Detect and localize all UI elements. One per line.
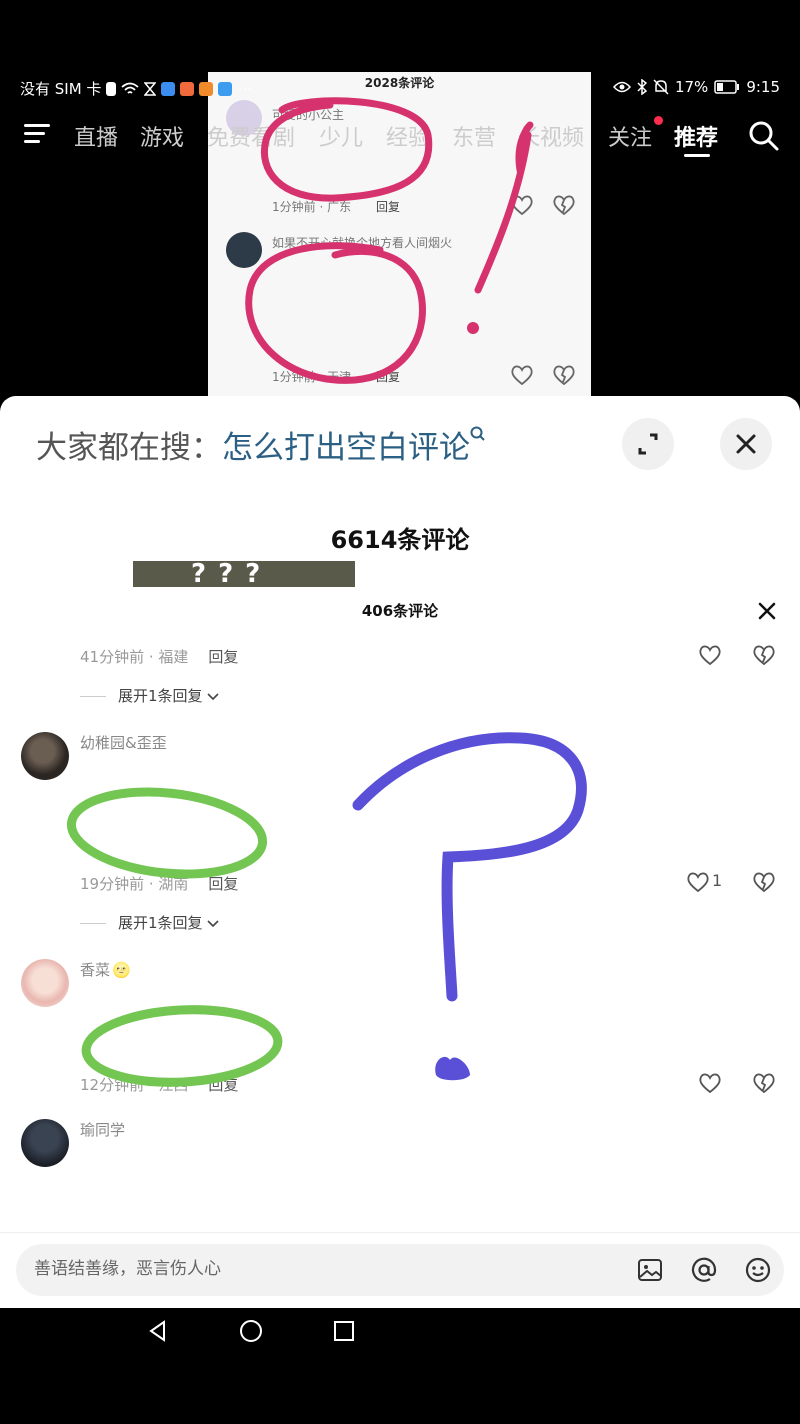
comment-username[interactable]: 香菜 🌝 [80, 959, 131, 980]
chevron-down-icon [207, 693, 219, 701]
comment-input-bar [16, 1244, 784, 1296]
active-tab-indicator [684, 154, 710, 157]
heart-broken-icon[interactable] [552, 194, 576, 216]
trending-search[interactable]: 大家都在搜：怎么打出空白评论 [36, 422, 486, 467]
sim-alert-icon [106, 81, 117, 96]
app-notify-icon [161, 81, 176, 96]
eye-comfort-icon [612, 81, 631, 93]
comment-time: 19分钟前 [80, 875, 145, 893]
video-reply-link[interactable]: 回复 [376, 198, 400, 215]
wifi-icon [121, 82, 140, 94]
search-icon[interactable] [748, 120, 780, 152]
username-emoji: 🌝 [112, 961, 131, 979]
recents-icon[interactable] [331, 1318, 357, 1344]
expand-replies-label: 展开1条回复 [118, 914, 203, 932]
hourglass-icon [144, 81, 157, 96]
home-icon[interactable] [238, 1318, 264, 1344]
tab-long-video[interactable]: 长视频 [518, 120, 584, 152]
comment-meta: 19分钟前 · 湖南 回复 [80, 875, 239, 893]
comment-input[interactable] [32, 1258, 596, 1280]
app-notify-icon [199, 81, 214, 96]
inner-comment-panel: 406条评论 41分钟前 · 福建 回复 展开1条回复 幼稚园&歪歪 19分钟前 … [0, 588, 800, 1308]
avatar[interactable] [21, 959, 69, 1007]
at-icon[interactable] [690, 1256, 718, 1284]
reply-button[interactable]: 回复 [208, 648, 238, 666]
heart-broken-icon[interactable] [752, 644, 776, 666]
back-icon[interactable] [145, 1318, 171, 1344]
like-count: 1 [712, 871, 723, 890]
comment-region: 江西 [158, 1076, 189, 1094]
app-notify-icon [180, 81, 195, 96]
clock: 9:15 [746, 78, 780, 96]
comment-count-header: 6614条评论 [330, 526, 470, 554]
expand-replies-button[interactable]: 展开1条回复 [80, 912, 219, 933]
comment-meta: 41分钟前 · 福建 回复 [80, 648, 239, 666]
heart-icon[interactable] [698, 1072, 722, 1094]
expand-icon [638, 433, 658, 455]
trending-search-term[interactable]: 怎么打出空白评论 [222, 430, 470, 466]
comment-meta: 12分钟前 · 江西 回复 [80, 1076, 239, 1094]
mute-icon [653, 79, 669, 95]
inner-comment-count: 406条评论 [361, 602, 439, 620]
status-bar: 没有 SIM 卡 ··· 17% 9:15 [20, 76, 780, 102]
comment-region: 湖南 [158, 875, 189, 893]
close-sheet-button[interactable] [720, 418, 772, 470]
video-comment-meta: 1分钟前 · 天津 [272, 370, 352, 384]
battery-percent: 17% [674, 78, 709, 96]
tab-recommend[interactable]: 推荐 [674, 120, 718, 152]
tab-experience[interactable]: 经验 [386, 120, 430, 152]
tab-kids[interactable]: 少儿 [319, 120, 363, 152]
tab-live[interactable]: 直播 [74, 120, 118, 152]
close-icon[interactable] [756, 600, 778, 622]
heart-icon[interactable] [510, 194, 534, 216]
expand-replies-button[interactable]: 展开1条回复 [80, 685, 219, 706]
heart-broken-icon[interactable] [552, 364, 576, 386]
heart-broken-icon[interactable] [752, 1072, 776, 1094]
comment-username[interactable]: 瑜同学 [80, 1119, 125, 1140]
image-icon[interactable] [636, 1256, 664, 1284]
heart-icon[interactable] [698, 644, 722, 666]
reply-button[interactable]: 回复 [208, 875, 238, 893]
video-comment-text: 如果不开心就换个地方看人间烟火 [272, 236, 453, 250]
comment-time: 41分钟前 [80, 648, 145, 666]
menu-icon[interactable] [24, 124, 50, 144]
video-comment-meta: 1分钟前 · 广东 [272, 200, 352, 214]
overflow-indicator: ··· [237, 79, 252, 98]
bluetooth-icon [637, 79, 647, 95]
battery-icon [714, 80, 740, 94]
heart-broken-icon[interactable] [752, 871, 776, 893]
reply-button[interactable]: 回复 [208, 1076, 238, 1094]
tab-free-drama[interactable]: 免费看剧 [207, 120, 295, 152]
system-navigation-bar [0, 1308, 800, 1424]
heart-icon[interactable] [686, 871, 710, 893]
heart-icon[interactable] [510, 364, 534, 386]
comment-time: 12分钟前 [80, 1076, 145, 1094]
avatar[interactable] [21, 1119, 69, 1167]
chevron-down-icon [207, 920, 219, 928]
carrier-text: 没有 SIM 卡 [20, 80, 102, 98]
app-notify-icon [218, 81, 233, 96]
comment-region: 福建 [158, 648, 189, 666]
tab-local[interactable]: 东营 [452, 120, 496, 152]
inset-screenshot: ??? [133, 561, 355, 587]
close-icon [736, 434, 756, 454]
trending-search-prefix: 大家都在搜： [36, 430, 222, 466]
notification-dot [654, 116, 663, 125]
comment-username[interactable]: 幼稚园&歪歪 [80, 732, 167, 753]
fullscreen-button[interactable] [622, 418, 674, 470]
tab-following[interactable]: 关注 [608, 120, 652, 152]
avatar [226, 232, 262, 268]
divider [0, 1232, 800, 1233]
video-reply-link[interactable]: 回复 [376, 368, 400, 385]
search-icon [470, 426, 485, 441]
emoji-icon[interactable] [744, 1256, 772, 1284]
comment-sheet: 大家都在搜：怎么打出空白评论 6614条评论 ??? 406条评论 41分钟前 … [0, 396, 800, 1308]
top-nav: 直播 游戏 免费看剧 少儿 经验 东营 长视频 关注 推荐 [0, 112, 800, 158]
tab-games[interactable]: 游戏 [140, 120, 184, 152]
comment-username-text: 香菜 [80, 961, 111, 979]
avatar[interactable] [21, 732, 69, 780]
expand-replies-label: 展开1条回复 [118, 687, 203, 705]
